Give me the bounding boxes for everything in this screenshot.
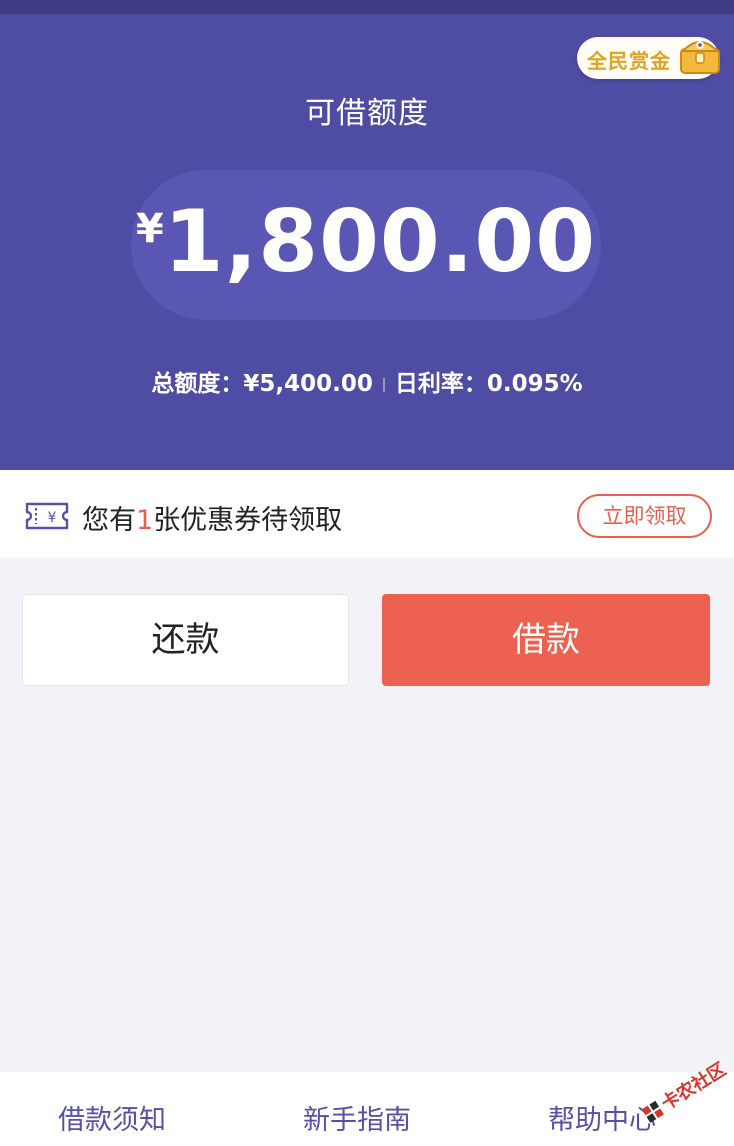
coupon-prefix: 您有: [82, 505, 136, 536]
svg-text:¥: ¥: [48, 510, 57, 526]
credit-header: 全民赏金 可借额度 ¥1,800.00 总额度：¥5,400.00 日利率：0.0…: [0, 0, 734, 470]
reward-badge-label: 全民赏金: [587, 49, 671, 73]
quota-info: 总额度：¥5,400.00 日利率：0.095%: [0, 364, 734, 398]
coupon-message: 您有1张优惠券待领取: [82, 498, 342, 537]
nav-item-loan-notice[interactable]: 借款须知: [58, 1098, 166, 1137]
reward-badge-button[interactable]: 全民赏金: [577, 37, 720, 79]
available-amount: ¥1,800.00: [131, 192, 601, 292]
total-quota: 总额度：¥5,400.00: [151, 371, 373, 397]
bottom-nav: 借款须知 新手指南 帮助中心: [0, 1072, 734, 1146]
available-amount-value: 1,800.00: [163, 192, 597, 292]
coupon-suffix: 张优惠券待领取: [153, 505, 343, 536]
coupon-banner[interactable]: ¥ 您有1张优惠券待领取 立即领取: [0, 470, 734, 558]
quota-divider: [382, 377, 385, 392]
coupon-count: 1: [136, 505, 154, 536]
coupon-ticket-icon: ¥: [25, 502, 69, 530]
borrow-button[interactable]: 借款: [382, 594, 710, 686]
currency-symbol: ¥: [135, 206, 164, 252]
treasure-chest-icon: [680, 41, 720, 74]
loan-home-screen: 全民赏金 可借额度 ¥1,800.00 总额度：¥5,400.00 日利率：0.0…: [0, 0, 734, 1146]
claim-coupon-button[interactable]: 立即领取: [577, 494, 712, 538]
available-amount-panel: ¥1,800.00: [131, 170, 601, 320]
repay-button[interactable]: 还款: [22, 594, 349, 686]
daily-rate: 日利率：0.095%: [394, 371, 583, 397]
available-credit-title: 可借额度: [305, 96, 429, 131]
status-bar-strip: [0, 0, 734, 14]
nav-item-beginner-guide[interactable]: 新手指南: [303, 1098, 411, 1137]
